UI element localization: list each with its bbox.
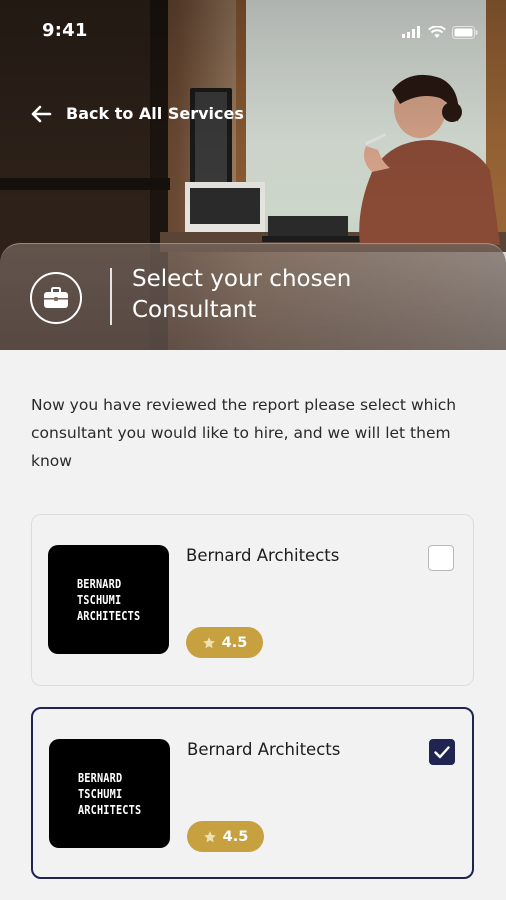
battery-icon	[452, 25, 478, 39]
consultant-logo: BERNARD TSCHUMI ARCHITECTS	[49, 739, 170, 848]
page-title: Select your chosen Consultant	[132, 266, 352, 323]
intro-text: Now you have reviewed the report please …	[31, 396, 457, 470]
consultant-name: Bernard Architects	[187, 740, 341, 759]
hero-image: 9:41 Back to All Services Select your ch…	[0, 0, 506, 350]
star-icon	[202, 636, 215, 648]
arrow-left-icon	[31, 105, 52, 122]
back-to-all-services-link[interactable]: Back to All Services	[30, 104, 244, 123]
select-checkbox[interactable]	[429, 739, 455, 765]
logo-wordmark: BERNARD TSCHUMI ARCHITECTS	[76, 575, 141, 623]
briefcase-badge	[30, 272, 82, 324]
rating-badge: 4.5	[186, 627, 263, 658]
star-icon	[203, 830, 216, 842]
consultant-name: Bernard Architects	[186, 546, 340, 565]
consultant-card[interactable]: BERNARD TSCHUMI ARCHITECTS Bernard Archi…	[31, 514, 474, 686]
status-time: 9:41	[42, 20, 88, 41]
checkmark-icon	[434, 745, 450, 758]
logo-wordmark: BERNARD TSCHUMI ARCHITECTS	[77, 769, 142, 817]
rating-badge: 4.5	[187, 821, 264, 852]
select-checkbox[interactable]	[428, 545, 454, 571]
consultant-logo: BERNARD TSCHUMI ARCHITECTS	[48, 545, 169, 654]
rating-value: 4.5	[221, 634, 248, 651]
wifi-icon	[428, 25, 446, 38]
status-bar: 9:41	[0, 0, 506, 62]
signal-icon	[402, 26, 420, 38]
consultant-card[interactable]: BERNARD TSCHUMI ARCHITECTS Bernard Archi…	[31, 707, 474, 879]
status-icons	[402, 24, 478, 40]
page-header: Select your chosen Consultant	[0, 243, 506, 350]
title-divider	[110, 268, 112, 325]
briefcase-icon	[44, 287, 68, 308]
rating-value: 4.5	[222, 828, 249, 845]
back-label: Back to All Services	[66, 104, 244, 123]
